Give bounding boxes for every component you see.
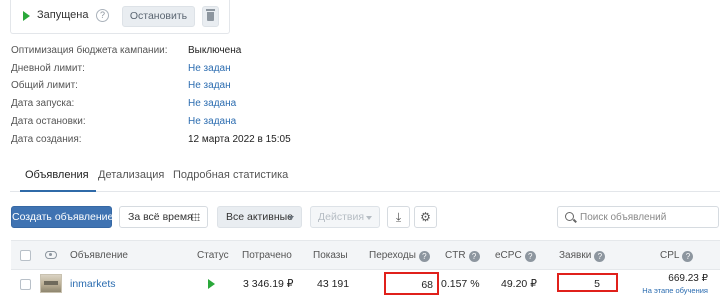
stop-date-link[interactable]: Не задана <box>188 116 236 127</box>
filter-label: Все активные <box>226 211 293 223</box>
tab-details[interactable]: Детализация <box>98 169 164 181</box>
column-header-spent[interactable]: Потрачено <box>242 250 292 261</box>
gear-icon: ⚙ <box>420 210 431 224</box>
help-icon[interactable]: ? <box>96 9 109 22</box>
search-input[interactable] <box>580 210 716 224</box>
start-date-link[interactable]: Не задана <box>188 98 236 109</box>
info-value: Выключена <box>188 45 242 56</box>
tab-ads[interactable]: Объявления <box>25 169 89 181</box>
column-header-ecpc[interactable]: eCPC? <box>495 250 536 262</box>
download-icon: ⤓ <box>395 210 402 224</box>
select-all-checkbox[interactable] <box>20 250 31 261</box>
column-header-ecpc-label: eCPC <box>495 250 522 261</box>
actions-dropdown[interactable]: Действия <box>310 206 380 228</box>
search-icon <box>565 212 574 221</box>
create-ad-button[interactable]: Создать объявление <box>11 206 113 228</box>
stop-button[interactable]: Остановить <box>122 6 195 27</box>
ad-thumbnail[interactable] <box>40 274 62 293</box>
column-header-clicks[interactable]: Переходы? <box>369 250 430 262</box>
help-icon[interactable]: ? <box>418 251 430 262</box>
spent-value: 3 346.19 ₽ <box>243 278 294 290</box>
tab-detailed-stats[interactable]: Подробная статистика <box>173 169 288 181</box>
ecpc-value: 49.20 ₽ <box>501 278 537 290</box>
help-icon[interactable]: ? <box>594 251 606 262</box>
active-tab-indicator <box>20 190 96 192</box>
ctr-value: 0.157 % <box>441 278 480 290</box>
cpl-value: 669.23 ₽ <box>668 273 708 284</box>
leads-value: 5 <box>594 278 600 290</box>
info-label: Оптимизация бюджета кампании: <box>11 45 168 56</box>
info-label: Общий лимит: <box>11 80 78 91</box>
table-header: Объявление Статус Потрачено Показы Перех… <box>11 240 720 270</box>
campaign-status-panel: Запущена ? Остановить <box>10 0 230 34</box>
table-row: inmarkets 3 346.19 ₽ 43 191 68 0.157 % 4… <box>11 270 720 298</box>
column-header-leads[interactable]: Заявки? <box>559 250 606 262</box>
column-header-cpl[interactable]: CPL? <box>660 250 694 262</box>
info-value: 12 марта 2022 в 15:05 <box>188 134 291 145</box>
status-label: Запущена <box>37 9 89 21</box>
tabs: Объявления Детализация Подробная статист… <box>10 160 720 192</box>
info-label: Дата запуска: <box>11 98 75 109</box>
search-box[interactable] <box>557 206 719 228</box>
column-header-impressions[interactable]: Показы <box>313 250 348 261</box>
info-label: Дневной лимит: <box>11 63 85 74</box>
row-checkbox[interactable] <box>20 279 31 290</box>
info-label: Дата остановки: <box>11 116 86 127</box>
total-limit-link[interactable]: Не задан <box>188 80 231 91</box>
daily-limit-link[interactable]: Не задан <box>188 63 231 74</box>
play-icon <box>208 279 215 289</box>
column-header-cpl-label: CPL <box>660 250 680 261</box>
filter-dropdown[interactable]: Все активные <box>217 206 302 228</box>
download-button[interactable]: ⤓ <box>387 206 410 228</box>
column-header-clicks-label: Переходы <box>369 250 416 261</box>
period-button[interactable]: За всё время <box>119 206 208 228</box>
chevron-down-icon <box>366 216 372 220</box>
settings-button[interactable]: ⚙ <box>414 206 437 228</box>
ad-name-link[interactable]: inmarkets <box>70 278 116 290</box>
eye-icon[interactable] <box>45 251 57 259</box>
grid-icon <box>191 213 200 221</box>
impressions-value: 43 191 <box>317 278 350 290</box>
info-label: Дата создания: <box>11 134 82 145</box>
leads-highlight-box: 5 <box>557 273 618 292</box>
actions-label: Действия <box>318 211 365 223</box>
help-icon[interactable]: ? <box>468 251 480 262</box>
help-icon[interactable]: ? <box>524 251 536 262</box>
clicks-highlight-box: 68 <box>384 272 439 295</box>
column-header-leads-label: Заявки <box>559 250 592 261</box>
cpl-learning-note[interactable]: На этапе обучения <box>642 286 708 295</box>
period-label: За всё время <box>128 211 193 223</box>
column-header-ctr-label: CTR <box>445 250 466 261</box>
column-header-ctr[interactable]: CTR? <box>445 250 480 262</box>
column-header-status[interactable]: Статус <box>197 250 229 261</box>
column-header-ad[interactable]: Объявление <box>70 250 128 261</box>
help-icon[interactable]: ? <box>682 251 694 262</box>
chevron-down-icon <box>288 216 294 220</box>
trash-icon <box>206 9 215 21</box>
delete-button[interactable] <box>202 6 219 27</box>
play-icon <box>23 11 30 21</box>
clicks-value: 68 <box>421 279 433 291</box>
